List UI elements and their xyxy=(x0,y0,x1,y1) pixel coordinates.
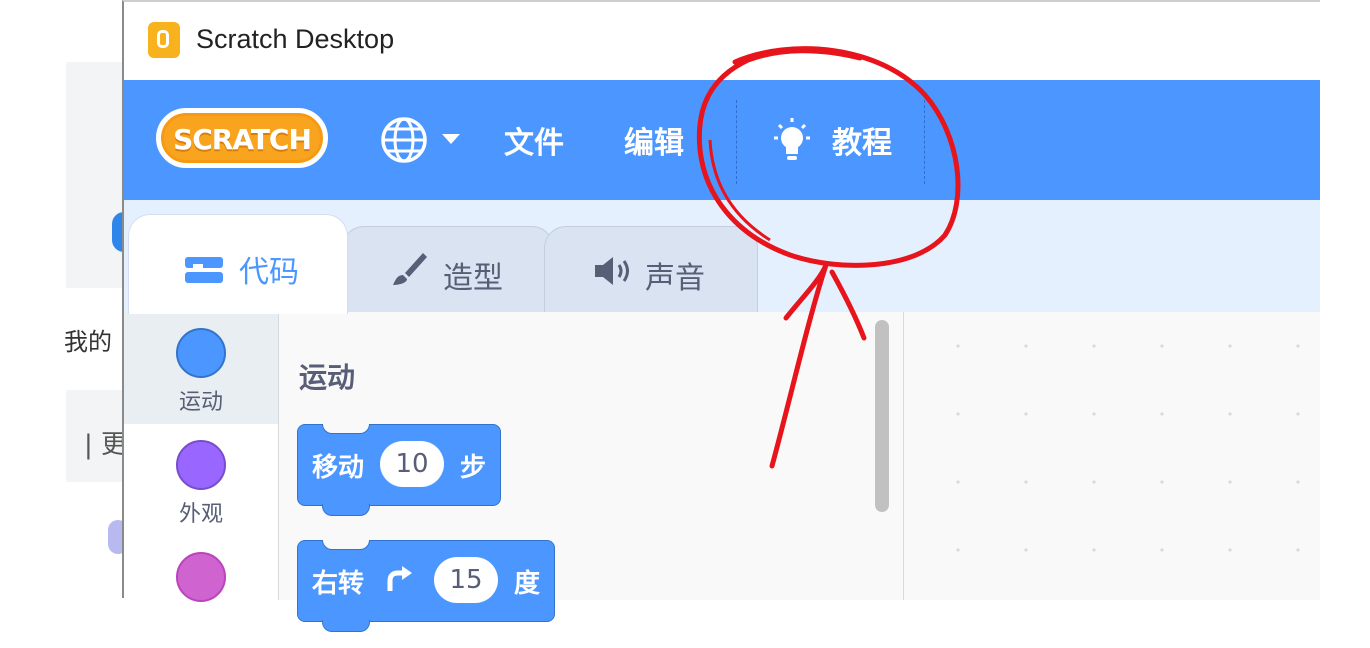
edit-menu[interactable]: 编辑 xyxy=(624,118,684,162)
block-text: 度 xyxy=(514,569,541,599)
tab-sounds[interactable]: 声音 xyxy=(544,226,758,314)
rotate-clockwise-icon xyxy=(387,566,412,591)
background-text-fragment: 我的 xyxy=(64,328,112,356)
code-workspace[interactable] xyxy=(904,312,1320,600)
block-palette: 运动 移动 10 步 右转 15 度 xyxy=(279,312,904,632)
palette-heading: 运动 xyxy=(299,361,356,394)
speaker-icon xyxy=(595,257,629,285)
editor-tabs: 造型 声音 代码 xyxy=(124,200,1320,314)
logo-text: SCRATCH xyxy=(173,123,312,156)
menu-bar: SCRATCH 文件 编辑 教程 xyxy=(124,80,1320,200)
background-card xyxy=(66,62,122,288)
globe-icon[interactable] xyxy=(380,116,428,164)
category-dot xyxy=(176,552,226,602)
window-title: Scratch Desktop xyxy=(196,24,395,54)
chevron-down-icon[interactable] xyxy=(442,134,460,144)
category-label: 运动 xyxy=(178,390,223,415)
tab-costumes[interactable]: 造型 xyxy=(342,226,554,314)
menu-divider xyxy=(924,100,925,184)
tab-code[interactable]: 代码 xyxy=(128,214,348,314)
tab-label: 代码 xyxy=(239,255,299,290)
file-menu[interactable]: 文件 xyxy=(504,118,564,162)
code-blocks-icon xyxy=(185,257,223,283)
turn-right-block[interactable]: 右转 15 度 xyxy=(297,540,555,632)
category-dot xyxy=(176,440,226,490)
scratch-app-icon xyxy=(148,22,180,58)
lightbulb-icon[interactable] xyxy=(770,116,814,166)
category-sound[interactable] xyxy=(124,536,278,648)
block-text: 步 xyxy=(460,453,487,483)
menu-divider xyxy=(736,100,737,184)
category-menu: 运动 外观 xyxy=(124,312,279,602)
title-bar[interactable]: Scratch Desktop xyxy=(124,2,1320,80)
degrees-input[interactable]: 15 xyxy=(434,557,498,603)
palette-scrollbar[interactable] xyxy=(875,320,889,512)
scratch-window: Scratch Desktop SCRATCH 文件 编辑 教程 造型 声音 代… xyxy=(122,0,1320,632)
category-label: 外观 xyxy=(178,502,223,527)
block-text: 右转 xyxy=(312,569,365,599)
steps-input[interactable]: 10 xyxy=(380,441,444,487)
background-text-fragment: | 更 xyxy=(84,430,128,460)
block-text: 移动 xyxy=(312,453,365,483)
paintbrush-icon xyxy=(393,253,427,285)
scratch-logo[interactable]: SCRATCH xyxy=(156,108,328,168)
category-looks[interactable]: 外观 xyxy=(124,424,278,536)
category-dot xyxy=(176,328,226,378)
category-motion[interactable]: 运动 xyxy=(124,312,278,424)
tutorials-menu[interactable]: 教程 xyxy=(832,118,892,162)
move-steps-block[interactable]: 移动 10 步 xyxy=(297,424,501,516)
tab-label: 声音 xyxy=(645,261,705,296)
tab-label: 造型 xyxy=(443,261,503,296)
